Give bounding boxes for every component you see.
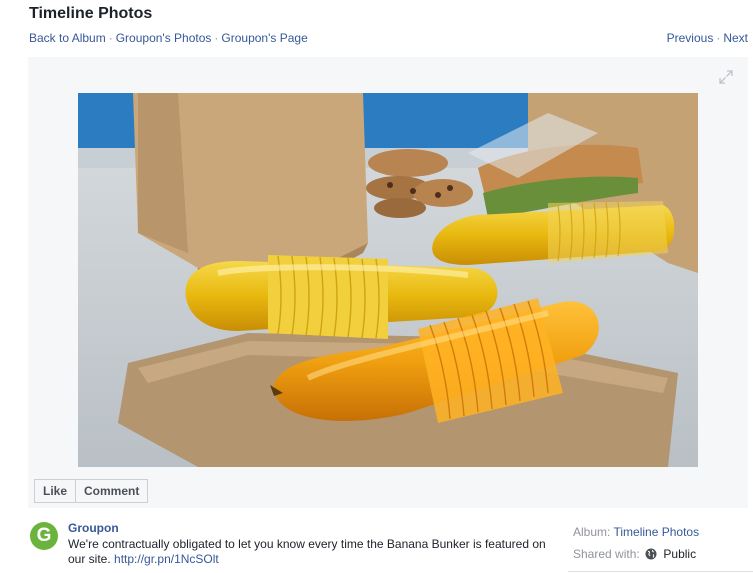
comment-button[interactable]: Comment [76,479,149,503]
avatar[interactable]: G [30,522,58,550]
album-row: Album: Timeline Photos [573,521,699,543]
back-to-album-link[interactable]: Back to Album [29,31,106,45]
globe-icon [645,548,657,560]
groupon-page-link[interactable]: Groupon's Page [221,31,307,45]
next-link[interactable]: Next [723,31,748,45]
banana-bunker-image [78,93,698,467]
privacy-row: Shared with: Public [573,543,699,565]
photo-meta: Album: Timeline Photos Shared with: Publ… [573,521,699,565]
privacy-value[interactable]: Public [663,547,696,561]
timeline-photo[interactable] [78,93,698,467]
expand-icon[interactable] [719,70,733,84]
previous-link[interactable]: Previous [667,31,714,45]
shared-label: Shared with: [573,547,640,561]
author-link[interactable]: Groupon [68,521,119,535]
photo-pager: Previous · Next [667,31,748,45]
divider [568,571,753,572]
breadcrumb: Back to Album · Groupon's Photos · Groupon's… [29,31,308,45]
album-name-link[interactable]: Timeline Photos [613,525,699,539]
photo-actions: Like Comment [34,479,149,503]
separator: · [108,31,113,45]
post-caption: We're contractually obligated to let you… [68,537,548,567]
groupon-photos-link[interactable]: Groupon's Photos [116,31,212,45]
separator: · [214,31,219,45]
page-title: Timeline Photos [29,5,153,22]
separator: · [716,31,721,45]
album-label: Album: [573,525,611,539]
like-button[interactable]: Like [34,479,77,503]
caption-link[interactable]: http://gr.pn/1NcSOlt [114,552,219,566]
